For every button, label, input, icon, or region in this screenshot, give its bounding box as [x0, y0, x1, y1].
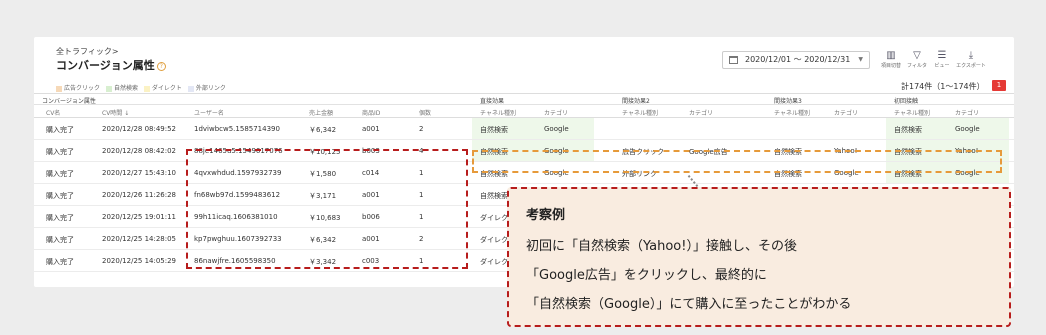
page-title: コンバージョン属性?	[56, 57, 166, 73]
user-column-highlight	[186, 149, 468, 269]
col-user[interactable]: ユーザー名	[194, 108, 224, 117]
view-button[interactable]: ☰ ビュー	[929, 49, 955, 73]
legend-swatch-direct	[143, 85, 150, 92]
cell-direct-channel: 自然検索	[480, 192, 508, 200]
cell-first-category: Google	[955, 125, 980, 133]
cell-cv-name: 購入完了	[46, 192, 74, 200]
cell-cv-time: 2020/12/26 11:26:28	[102, 191, 177, 199]
col-qty[interactable]: 個数	[419, 108, 431, 117]
cell-sales: ￥6,342	[309, 126, 337, 134]
col-ind2-channel[interactable]: チャネル種別	[622, 108, 658, 117]
row-path-highlight	[472, 150, 1002, 173]
group-header-row: コンバージョン属性 直接効果 間接効果2 間接効果3 初回接触	[34, 94, 1014, 105]
calendar-icon	[729, 56, 738, 64]
cell-direct-category: Google	[544, 125, 569, 133]
callout-line: 初回に「自然検索（Yahoo!）」接触し、その後	[526, 239, 797, 254]
cell-cv-name: 購入完了	[46, 236, 74, 244]
table-row[interactable]: 購入完了 2020/12/28 08:49:52 1dviwbcw5.1585714…	[34, 118, 1014, 140]
insight-callout: 考察例 初回に「自然検索（Yahoo!）」接触し、その後 「Google広告」を…	[507, 187, 1011, 327]
cell-direct-channel: ダイレク	[480, 236, 508, 244]
cell-cv-time: 2020/12/25 14:28:05	[102, 235, 177, 243]
col-ind3-category[interactable]: カテゴリ	[834, 108, 858, 117]
cell-cv-name: 購入完了	[46, 214, 74, 222]
column-header-row: CV名 CV時間 ↓ ユーザー名 売上金額 商品ID 個数 チャネル種別 カテゴ…	[34, 105, 1014, 118]
group-header-indirect2: 間接効果2	[622, 98, 650, 105]
cell-product-id: a001	[362, 125, 380, 133]
cell-user: 1dviwbcw5.1585714390	[194, 125, 280, 133]
legend-label-external: 外部リンク	[195, 85, 226, 92]
view-icon: ☰	[937, 50, 947, 61]
cell-qty: 2	[419, 125, 424, 133]
cell-direct-channel: 自然検索	[480, 126, 508, 134]
view-label: ビュー	[934, 63, 950, 69]
col-direct-channel[interactable]: チャネル種別	[480, 108, 516, 117]
chevron-down-icon: ▼	[858, 56, 863, 63]
cell-cv-time: 2020/12/28 08:49:52	[102, 125, 177, 133]
cell-cv-name: 購入完了	[46, 258, 74, 266]
legend-label-organic: 自然検索	[113, 85, 138, 92]
cell-cv-time: 2020/12/27 15:43:10	[102, 169, 177, 177]
page-button[interactable]: 1	[992, 80, 1006, 91]
col-direct-category[interactable]: カテゴリ	[544, 108, 568, 117]
date-range-picker[interactable]: 2020/12/01 ～ 2020/12/31 ▼	[722, 51, 870, 69]
col-ind2-category[interactable]: カテゴリ	[689, 108, 713, 117]
export-label: エクスポート	[956, 63, 986, 69]
export-button[interactable]: ⤓ エクスポート	[955, 49, 987, 73]
group-header-indirect3: 間接効果3	[774, 98, 802, 105]
legend-swatch-ad-click	[56, 85, 62, 92]
col-sales[interactable]: 売上金額	[309, 108, 333, 117]
cell-cv-time: 2020/12/25 14:05:29	[102, 257, 177, 265]
breadcrumb[interactable]: 全トラフィック>	[56, 46, 119, 57]
group-header-direct: 直接効果	[480, 98, 505, 105]
legend-label-direct: ダイレクト	[151, 85, 182, 92]
callout-line: 「自然検索（Google）」にて購入に至ったことがわかる	[526, 297, 852, 312]
filter-label: フィルタ	[907, 63, 927, 69]
legend-label-ad-click: 広告クリック	[64, 85, 101, 92]
date-range-text: 2020/12/01 ～ 2020/12/31	[745, 55, 851, 64]
help-icon[interactable]: ?	[156, 61, 166, 71]
page-title-text: コンバージョン属性	[56, 59, 155, 72]
col-first-channel[interactable]: チャネル種別	[894, 108, 930, 117]
channel-legend: 広告クリック 自然検索 ダイレクト 外部リンク	[56, 83, 226, 92]
cell-cv-time: 2020/12/25 19:01:11	[102, 213, 177, 221]
cell-cv-name: 購入完了	[46, 126, 74, 134]
callout-line: 「Google広告」をクリックし、最終的に	[526, 268, 767, 283]
col-cv-time[interactable]: CV時間 ↓	[102, 108, 129, 117]
cell-cv-name: 購入完了	[46, 148, 74, 156]
group-header-conversion: コンバージョン属性	[42, 98, 96, 105]
result-count: 計174件（1～174件）	[901, 82, 985, 91]
cell-cv-name: 購入完了	[46, 170, 74, 178]
columns-label: 項目切替	[880, 63, 901, 69]
col-first-category[interactable]: カテゴリ	[955, 108, 979, 117]
col-product-id[interactable]: 商品ID	[362, 108, 380, 117]
columns-icon: ▥	[886, 50, 896, 61]
export-icon: ⤓	[968, 50, 974, 61]
legend-swatch-external	[187, 85, 194, 92]
filter-button[interactable]: ▽ フィルタ	[904, 49, 930, 73]
cell-direct-channel: ダイレク	[480, 258, 508, 266]
cell-first-channel: 自然検索	[894, 126, 922, 134]
callout-title: 考察例	[526, 208, 566, 223]
col-cv-name[interactable]: CV名	[46, 108, 60, 117]
columns-button[interactable]: ▥ 項目切替	[878, 49, 904, 73]
filter-icon: ▽	[913, 50, 921, 61]
cell-cv-time: 2020/12/28 08:42:02	[102, 147, 177, 155]
col-ind3-channel[interactable]: チャネル種別	[774, 108, 810, 117]
group-header-first: 初回接触	[894, 98, 919, 105]
legend-swatch-organic	[105, 85, 112, 92]
